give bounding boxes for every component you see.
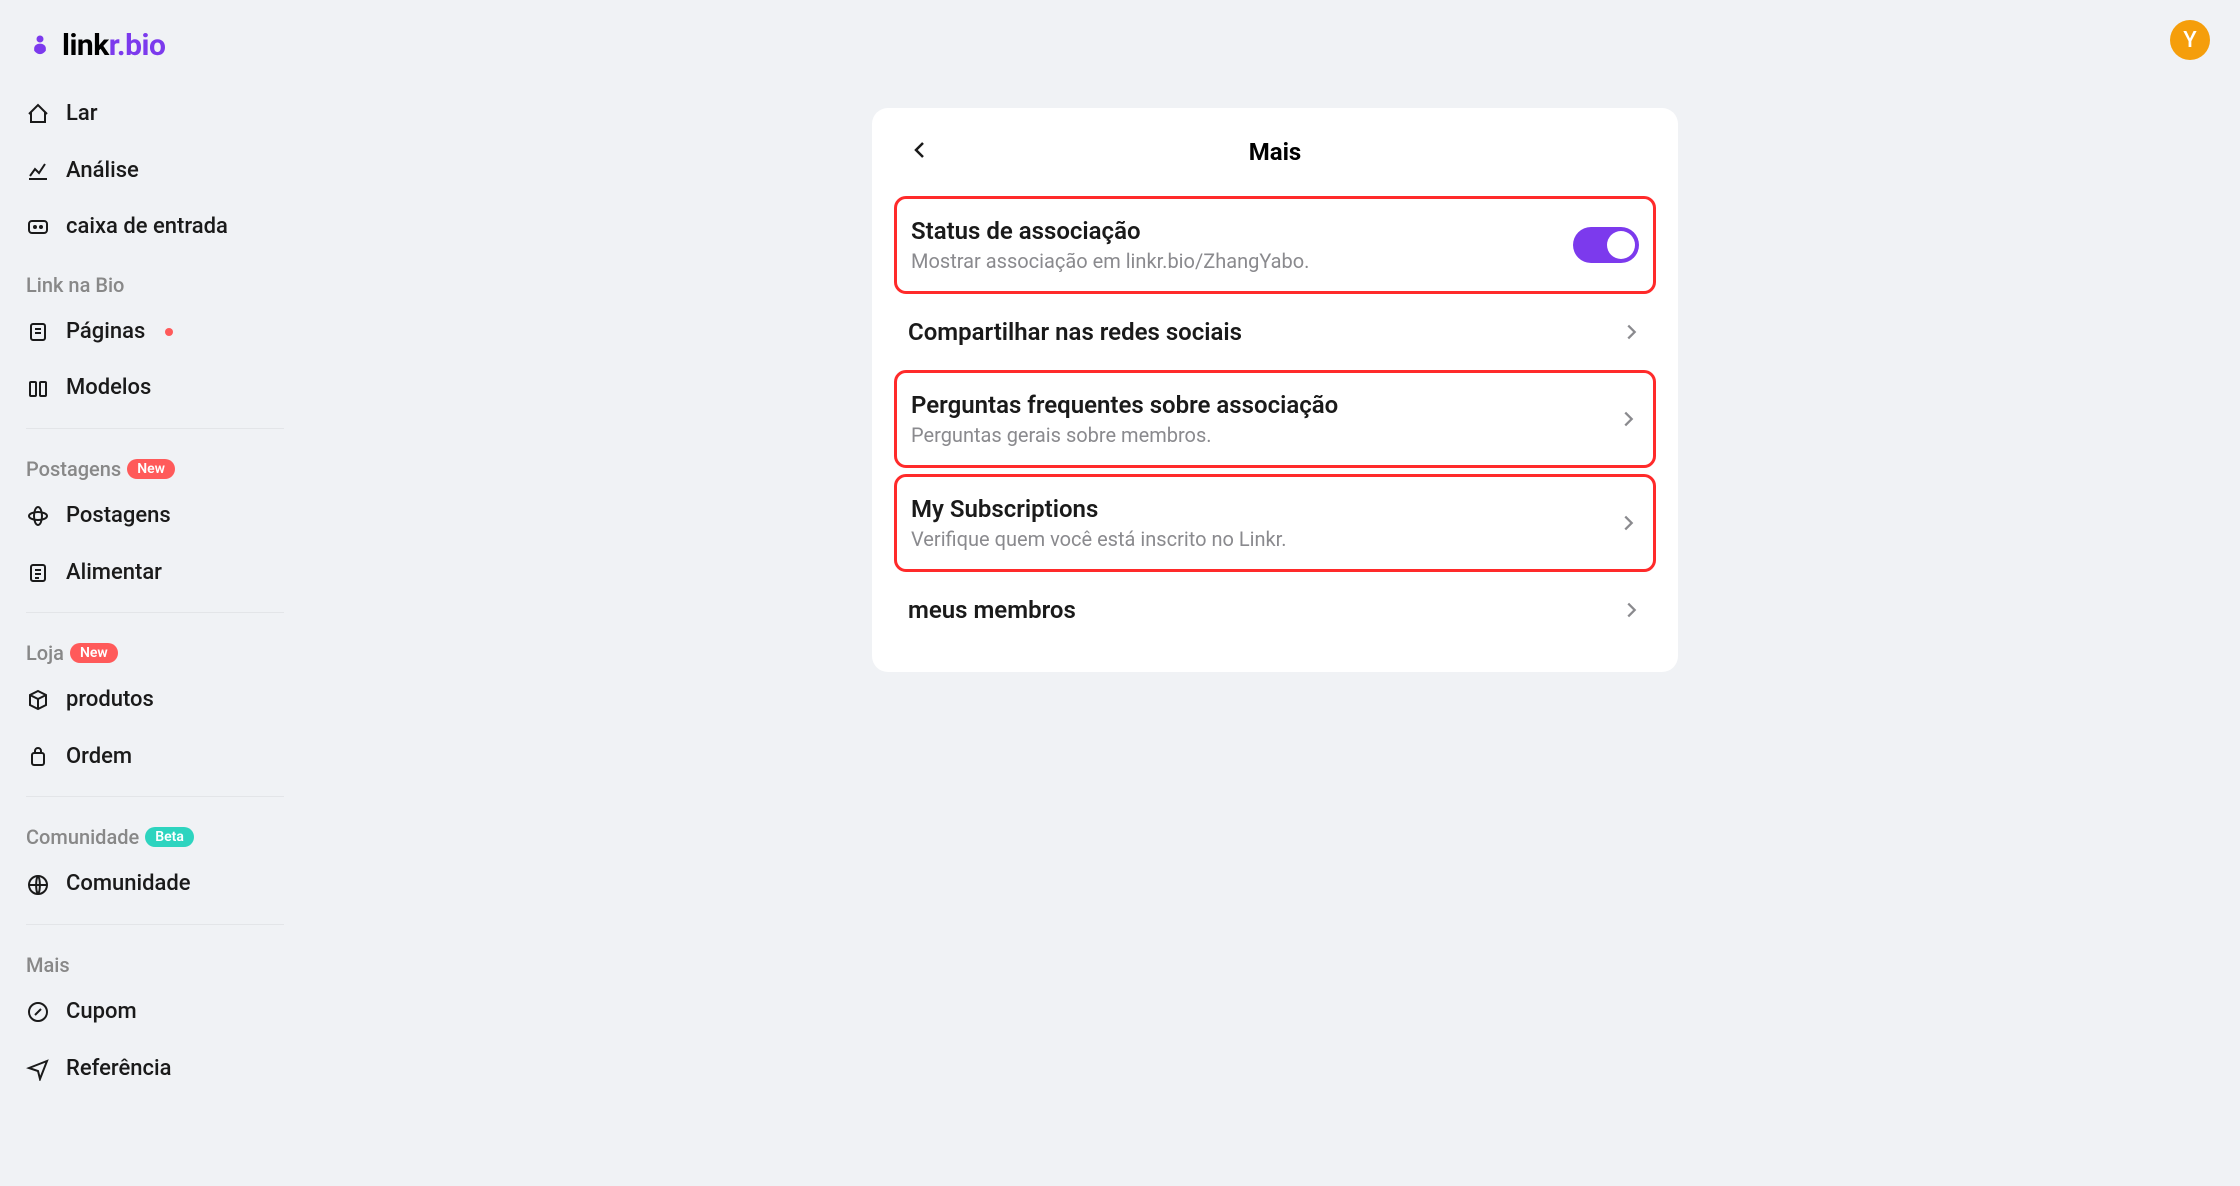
inbox-icon [26,215,50,239]
membership-toggle[interactable] [1573,227,1639,263]
row-membership-status[interactable]: Status de associação Mostrar associação … [894,196,1656,294]
nav-community[interactable]: Comunidade [10,857,300,912]
divider [26,428,284,429]
avatar[interactable]: Y [2170,20,2210,60]
nav-order-label: Ordem [66,743,132,772]
back-button[interactable] [908,138,932,166]
nav-home-label: Lar [66,100,98,129]
order-icon [26,745,50,769]
row-content: meus membros [908,596,1620,624]
divider [26,612,284,613]
section-mais-label: Mais [26,953,70,977]
row-subtitle: Mostrar associação em linkr.bio/ZhangYab… [911,249,1573,273]
row-content: My Subscriptions Verifique quem você est… [911,495,1617,551]
analytics-icon [26,159,50,183]
notification-dot [165,328,173,336]
nav-products[interactable]: produtos [10,673,300,728]
divider [26,796,284,797]
section-linknabio: Link na Bio [10,257,300,303]
nav-templates-label: Modelos [66,374,151,403]
section-loja: Loja New [10,625,300,671]
row-my-subscriptions[interactable]: My Subscriptions Verifique quem você est… [894,474,1656,572]
templates-icon [26,377,50,401]
badge-new: New [70,643,118,663]
community-icon [26,873,50,897]
nav-home[interactable]: Lar [10,87,300,142]
section-postagens-label: Postagens [26,457,121,481]
chevron-right-icon [1617,512,1639,534]
main: Mais Status de associação Mostrar associ… [310,0,2240,1186]
nav-pages-label: Páginas [66,318,145,347]
nav-community-label: Comunidade [66,870,191,899]
products-icon [26,688,50,712]
nav-products-label: produtos [66,686,154,715]
divider [26,924,284,925]
chevron-right-icon [1620,599,1642,621]
chevron-right-icon [1617,408,1639,430]
referral-icon [26,1057,50,1081]
nav-coupon-label: Cupom [66,998,137,1027]
nav-analytics-label: Análise [66,157,139,186]
row-title: Compartilhar nas redes sociais [908,318,1620,346]
nav-order[interactable]: Ordem [10,730,300,785]
nav-pages[interactable]: Páginas [10,305,300,360]
logo-icon [26,32,54,60]
row-title: Perguntas frequentes sobre associação [911,391,1617,419]
logo[interactable]: linkr.bio [10,20,300,71]
section-mais: Mais [10,937,300,983]
section-postagens: Postagens New [10,441,300,487]
section-loja-label: Loja [26,641,64,665]
sidebar: linkr.bio Lar Análise caixa de entrada L… [0,0,310,1186]
row-content: Perguntas frequentes sobre associação Pe… [911,391,1617,447]
card-body: Status de associação Mostrar associação … [872,180,1678,662]
row-content: Status de associação Mostrar associação … [911,217,1573,273]
home-icon [26,102,50,126]
nav-coupon[interactable]: Cupom [10,985,300,1040]
badge-new: New [127,459,175,479]
row-faq[interactable]: Perguntas frequentes sobre associação Pe… [894,370,1656,468]
card-header: Mais [872,118,1678,180]
row-title: meus membros [908,596,1620,624]
chevron-right-icon [1620,321,1642,343]
avatar-letter: Y [2183,28,2196,53]
badge-beta: Beta [145,827,194,847]
nav-feed[interactable]: Alimentar [10,546,300,601]
nav-templates[interactable]: Modelos [10,361,300,416]
posts-icon [26,504,50,528]
nav-referral[interactable]: Referência [10,1042,300,1097]
nav-inbox-label: caixa de entrada [66,213,228,242]
row-share-social[interactable]: Compartilhar nas redes sociais [894,300,1656,364]
row-subtitle: Perguntas gerais sobre membros. [911,423,1617,447]
coupon-icon [26,1000,50,1024]
row-title: Status de associação [911,217,1573,245]
row-content: Compartilhar nas redes sociais [908,318,1620,346]
card-title: Mais [1249,138,1302,166]
feed-icon [26,561,50,585]
row-title: My Subscriptions [911,495,1617,523]
section-comunidade-label: Comunidade [26,825,139,849]
nav-inbox[interactable]: caixa de entrada [10,200,300,255]
nav-feed-label: Alimentar [66,559,162,588]
section-comunidade: Comunidade Beta [10,809,300,855]
nav-referral-label: Referência [66,1055,171,1084]
settings-card: Mais Status de associação Mostrar associ… [872,108,1678,672]
chevron-left-icon [908,138,932,162]
nav-analytics[interactable]: Análise [10,144,300,199]
nav-posts[interactable]: Postagens [10,489,300,544]
row-subtitle: Verifique quem você está inscrito no Lin… [911,527,1617,551]
nav-posts-label: Postagens [66,502,171,531]
pages-icon [26,320,50,344]
row-my-members[interactable]: meus membros [894,578,1656,642]
logo-text: linkr.bio [62,28,165,63]
section-linknabio-label: Link na Bio [26,273,124,297]
